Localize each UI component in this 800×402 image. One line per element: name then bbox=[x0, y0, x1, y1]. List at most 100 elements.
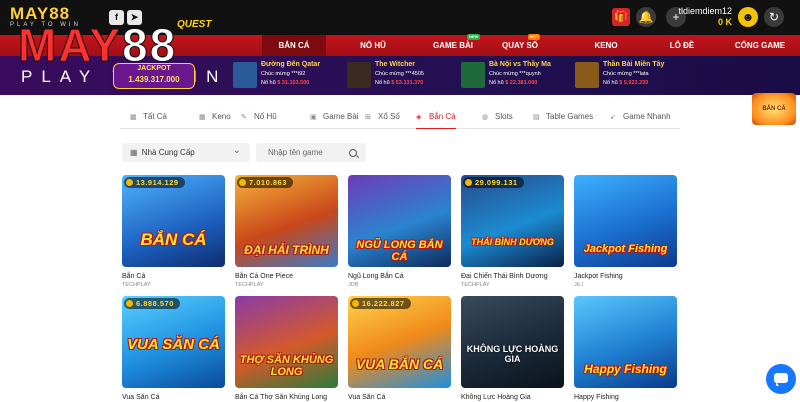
gift-icon[interactable]: 🎁 bbox=[612, 8, 630, 26]
game-thumbnail[interactable]: 7.010.863 ĐẠI HẢI TRÌNH bbox=[235, 175, 338, 267]
game-card[interactable]: NGŨ LONG BẮN CÁ Ngũ Long Bắn Cá JDB bbox=[348, 175, 451, 289]
game-art-title: VUA BẮN CÁ bbox=[355, 356, 444, 372]
game-card[interactable]: 13.914.129 BẮN CÁ Bắn Cá TECHPLAY bbox=[122, 175, 225, 289]
game-provider: TECHPLAY bbox=[235, 282, 264, 288]
winner-amount: $ 22.381.000 bbox=[505, 80, 538, 86]
chevron-down-icon: ⌄ bbox=[232, 145, 241, 156]
tab-3[interactable]: ▣ Game Bài bbox=[310, 107, 359, 129]
tab-label: Tất Cả bbox=[143, 112, 168, 121]
game-card[interactable]: Happy Fishing Happy Fishing bbox=[574, 296, 677, 402]
game-card[interactable]: 6.888.570 VUA SĂN CÁ Vua Săn Cá bbox=[122, 296, 225, 402]
game-card[interactable]: KHÔNG LỰC HOÀNG GIA Không Lực Hoàng Gia bbox=[461, 296, 564, 402]
winner-prefix: Nổ hũ bbox=[375, 80, 390, 86]
game-card[interactable]: THỢ SĂN KHỦNG LONG Bắn Cá Thợ Săn Khủng L… bbox=[235, 296, 338, 402]
provider-select-label: Nhà Cung Cấp bbox=[141, 148, 195, 157]
tab-label: Slots bbox=[495, 112, 513, 121]
tab-label: Nổ Hũ bbox=[254, 112, 277, 121]
tab-1[interactable]: ▦ Keno bbox=[199, 107, 231, 129]
search-icon[interactable] bbox=[349, 149, 357, 157]
jackpot-badge: 13.914.129 bbox=[124, 177, 185, 188]
game-name: Vua Săn Cá bbox=[122, 394, 160, 401]
username: tldiemdiem12 bbox=[678, 6, 732, 16]
winner-item[interactable]: Bà Nội vs Thầy Ma Chúc mừng ***quynh Nổ hũ… bbox=[461, 61, 569, 91]
game-thumbnail[interactable]: Happy Fishing bbox=[574, 296, 677, 388]
game-thumbnail[interactable]: 13.914.129 BẮN CÁ bbox=[122, 175, 225, 267]
jackpot-amount: 13.914.129 bbox=[136, 178, 179, 187]
side-promo-banner[interactable]: BẮN CÁ bbox=[752, 93, 796, 125]
tab-4[interactable]: ⊞ Xổ Số bbox=[365, 107, 400, 129]
tab-label: Bắn Cá bbox=[429, 112, 456, 121]
nav-item-label: LÔ ĐỀ bbox=[669, 41, 695, 50]
winner-item[interactable]: Đường Đến Qatar Chúc mừng ***t92 Nổ hũ $ 3… bbox=[233, 61, 341, 91]
bell-icon[interactable]: 🔔 bbox=[636, 7, 656, 27]
jackpot-amount: 6.888.570 bbox=[136, 299, 174, 308]
game-name: Happy Fishing bbox=[574, 394, 619, 401]
tab-icon: ⊞ bbox=[365, 114, 371, 121]
game-art-title: NGŨ LONG BẮN CÁ bbox=[356, 239, 443, 263]
winner-item[interactable]: The Witcher Chúc mừng ***4505 Nổ hũ $ 53.1… bbox=[347, 61, 455, 91]
tab-icon: ▤ bbox=[533, 114, 540, 121]
tab-8[interactable]: ➹ Game Nhanh bbox=[610, 107, 671, 129]
jackpot-badge: 6.888.570 bbox=[124, 298, 180, 309]
nav-item-5[interactable]: LÔ ĐỀ bbox=[650, 35, 714, 56]
game-thumbnail[interactable]: NGŨ LONG BẮN CÁ bbox=[348, 175, 451, 267]
tab-7[interactable]: ▤ Table Games bbox=[533, 107, 593, 129]
game-art-title: KHÔNG LỰC HOÀNG GIA bbox=[466, 344, 559, 364]
game-art-title: Happy Fishing bbox=[584, 362, 667, 376]
quest-link[interactable]: QUEST bbox=[177, 19, 220, 31]
facebook-icon[interactable]: f bbox=[109, 10, 124, 25]
game-thumbnail[interactable]: Jackpot Fishing bbox=[574, 175, 677, 267]
nav-item-1[interactable]: NỔ HŨ bbox=[335, 35, 411, 56]
user-info[interactable]: tldiemdiem12 0 K bbox=[672, 6, 732, 28]
game-card[interactable]: 16.222.827 VUA BẮN CÁ Vua Săn Cá bbox=[348, 296, 451, 402]
logo-tagline: PLAY TO WIN bbox=[10, 22, 81, 28]
jackpot-amount: 29.099.131 bbox=[475, 178, 518, 187]
jackpot-badge: 7.010.863 bbox=[237, 177, 293, 188]
game-thumbnail[interactable]: THỢ SĂN KHỦNG LONG bbox=[235, 296, 338, 388]
winner-prefix: Nổ hũ bbox=[261, 80, 276, 86]
game-thumbnail[interactable]: KHÔNG LỰC HOÀNG GIA bbox=[461, 296, 564, 388]
nav-item-3[interactable]: QUAY SỐ HOT bbox=[488, 34, 552, 56]
game-thumbnail[interactable]: 6.888.570 VUA SĂN CÁ bbox=[122, 296, 225, 388]
tab-5[interactable]: ◈ Bắn Cá bbox=[416, 107, 456, 129]
nav-item-2[interactable]: GAME BÀI NEW bbox=[412, 34, 494, 56]
game-card[interactable]: 7.010.863 ĐẠI HẢI TRÌNH Bắn Cá One Piece TE… bbox=[235, 175, 338, 289]
avatar-icon[interactable]: ☻ bbox=[738, 7, 758, 27]
game-name: Đại Chiến Thái Bình Dương bbox=[461, 273, 548, 280]
tab-0[interactable]: ▦ Tất Cả bbox=[130, 107, 167, 129]
tab-6[interactable]: ◍ Slots bbox=[482, 107, 513, 129]
jackpot-counter[interactable]: JACKPOT 1.439.317.000 bbox=[113, 63, 195, 89]
chat-bubble-icon[interactable] bbox=[766, 364, 796, 394]
game-thumbnail[interactable]: 29.099.131 THÁI BÌNH DƯƠNG bbox=[461, 175, 564, 267]
may88-logo[interactable]: MAY88 PLAY TO WIN bbox=[10, 5, 95, 30]
search-input[interactable]: Nhập tên game bbox=[268, 148, 323, 157]
tab-icon: ▦ bbox=[130, 114, 137, 121]
game-card[interactable]: Jackpot Fishing Jackpot Fishing JILI bbox=[574, 175, 677, 289]
game-name: Bắn Cá One Piece bbox=[235, 273, 293, 280]
tab-icon: ◍ bbox=[482, 114, 489, 121]
nav-item-6[interactable]: CỔNG GAME bbox=[725, 35, 795, 56]
logout-icon[interactable]: ↻ bbox=[764, 7, 784, 27]
game-provider: TECHPLAY bbox=[461, 282, 490, 288]
winner-item[interactable]: Thần Bài Miền Tây Chúc mừng ***lata Nổ hũ … bbox=[575, 61, 683, 91]
tab-2[interactable]: ✎ Nổ Hũ bbox=[241, 107, 277, 129]
winner-amount-line: Nổ hũ $ 22.381.000 bbox=[489, 80, 537, 86]
nav-item-0[interactable]: BẮN CÁ bbox=[262, 35, 326, 56]
game-card[interactable]: 29.099.131 THÁI BÌNH DƯƠNG Đại Chiến Thái … bbox=[461, 175, 564, 289]
winner-amount-line: Nổ hũ $ 5.923.230 bbox=[603, 80, 648, 86]
category-tabs: ▦ Tất Cả ▦ Keno ✎ Nổ Hũ ▣ Game Bài ⊞ Xổ Số ◈ Bắn Cá… bbox=[120, 107, 680, 129]
side-promo-label: BẮN CÁ bbox=[762, 106, 786, 112]
provider-select[interactable]: ▦ Nhà Cung Cấp ⌄ bbox=[122, 143, 250, 162]
tab-label: Keno bbox=[212, 112, 231, 121]
jackpot-badge: 29.099.131 bbox=[463, 177, 524, 188]
tab-icon: ▦ bbox=[199, 114, 206, 121]
game-thumbnail[interactable]: 16.222.827 VUA BẮN CÁ bbox=[348, 296, 451, 388]
coin-icon bbox=[352, 300, 359, 307]
balance: 0 K bbox=[717, 17, 732, 27]
jackpot-amount: 7.010.863 bbox=[249, 178, 287, 187]
nav-item-4[interactable]: KENO bbox=[576, 35, 636, 56]
tab-label: Game Bài bbox=[323, 112, 359, 121]
telegram-icon[interactable]: ➤ bbox=[127, 10, 142, 25]
jackpot-value: 1.439.317.000 bbox=[128, 75, 180, 84]
coin-icon bbox=[465, 179, 472, 186]
